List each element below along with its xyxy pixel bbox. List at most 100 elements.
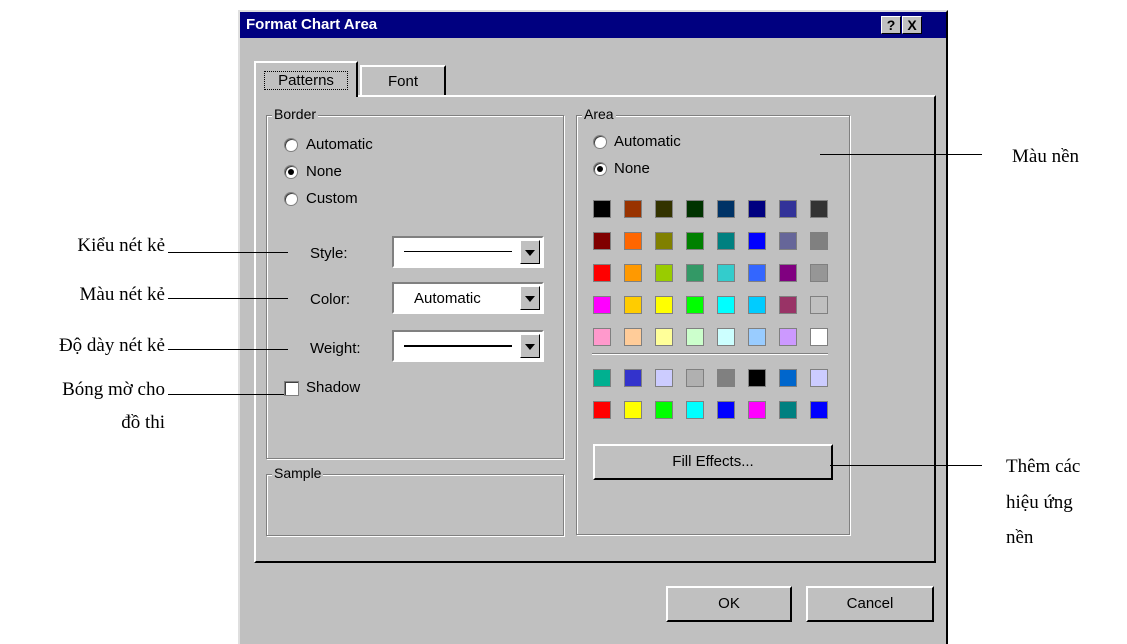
area-none-label: None (614, 160, 650, 177)
fill-effects-label: Fill Effects... (672, 453, 754, 470)
color-value: Automatic (414, 290, 481, 307)
close-icon: X (907, 17, 917, 33)
color-swatch[interactable] (686, 264, 704, 282)
color-swatch[interactable] (655, 296, 673, 314)
fill-effects-button[interactable]: Fill Effects... (593, 444, 833, 480)
annotation-bg-color: Màu nền (1012, 146, 1080, 167)
fill-color-swatch[interactable] (748, 401, 766, 419)
ok-button[interactable]: OK (666, 586, 792, 622)
fill-color-swatch[interactable] (624, 369, 642, 387)
border-none-radio[interactable] (284, 165, 298, 179)
fill-color-swatch[interactable] (717, 401, 735, 419)
annotation-effects-2: hiệu ứng (1006, 492, 1073, 513)
fill-color-swatch[interactable] (655, 401, 673, 419)
color-swatch[interactable] (717, 200, 735, 218)
tab-patterns[interactable]: Patterns (254, 61, 358, 97)
fill-color-swatch[interactable] (686, 369, 704, 387)
color-swatch[interactable] (655, 200, 673, 218)
color-swatch[interactable] (686, 296, 704, 314)
color-swatch[interactable] (748, 200, 766, 218)
color-swatch[interactable] (686, 328, 704, 346)
annotation-line-weight-pointer (168, 349, 288, 350)
color-swatch[interactable] (748, 232, 766, 250)
fill-color-swatch[interactable] (779, 401, 797, 419)
border-custom-radio[interactable] (284, 192, 298, 206)
area-legend: Area (582, 106, 616, 122)
color-swatch[interactable] (593, 296, 611, 314)
color-swatch[interactable] (810, 232, 828, 250)
color-swatch[interactable] (810, 296, 828, 314)
color-swatch[interactable] (655, 232, 673, 250)
ok-label: OK (718, 595, 740, 612)
color-swatch[interactable] (748, 296, 766, 314)
color-swatch[interactable] (748, 328, 766, 346)
border-custom-label: Custom (306, 190, 358, 207)
color-swatch[interactable] (593, 232, 611, 250)
title-bar[interactable]: Format Chart Area ? X (240, 12, 946, 38)
area-automatic-radio[interactable] (593, 135, 607, 149)
fill-color-swatch[interactable] (717, 369, 735, 387)
help-button[interactable]: ? (881, 16, 901, 34)
style-label: Style: (310, 245, 348, 262)
fill-color-swatch[interactable] (593, 369, 611, 387)
color-swatch[interactable] (779, 264, 797, 282)
chevron-down-icon[interactable] (520, 334, 540, 358)
color-swatch[interactable] (686, 232, 704, 250)
cancel-button[interactable]: Cancel (806, 586, 934, 622)
color-swatch[interactable] (717, 296, 735, 314)
color-swatch[interactable] (593, 264, 611, 282)
annotation-shadow-1: Bóng mờ cho (62, 379, 165, 400)
color-swatch[interactable] (624, 328, 642, 346)
close-button[interactable]: X (902, 16, 922, 34)
color-swatch[interactable] (779, 296, 797, 314)
annotation-line-style-pointer (168, 252, 288, 253)
tab-font-label: Font (387, 73, 418, 90)
weight-dropdown[interactable] (392, 330, 544, 362)
border-none-label: None (306, 163, 342, 180)
area-none-radio[interactable] (593, 162, 607, 176)
chevron-down-icon[interactable] (520, 286, 540, 310)
color-swatch[interactable] (624, 232, 642, 250)
color-swatch[interactable] (810, 264, 828, 282)
weight-label: Weight: (310, 340, 361, 357)
tab-font[interactable]: Font (360, 65, 446, 95)
border-legend: Border (272, 106, 319, 122)
border-automatic-radio[interactable] (284, 138, 298, 152)
color-swatch[interactable] (779, 232, 797, 250)
annotation-line-color-pointer (168, 298, 288, 299)
color-dropdown[interactable]: Automatic (392, 282, 544, 314)
annotation-effects-3: nền (1006, 527, 1034, 548)
color-swatch[interactable] (624, 264, 642, 282)
color-swatch[interactable] (624, 200, 642, 218)
annotation-bg-color-pointer (820, 154, 982, 155)
sample-legend: Sample (272, 465, 324, 481)
color-swatch[interactable] (593, 200, 611, 218)
annotation-line-color: Màu nét kẻ (79, 284, 165, 305)
color-swatch[interactable] (748, 264, 766, 282)
color-swatch[interactable] (624, 296, 642, 314)
fill-color-swatch[interactable] (810, 401, 828, 419)
border-automatic-label: Automatic (306, 136, 373, 153)
fill-color-swatch[interactable] (779, 369, 797, 387)
fill-color-swatch[interactable] (593, 401, 611, 419)
color-swatch[interactable] (717, 328, 735, 346)
color-swatch[interactable] (810, 200, 828, 218)
fill-color-swatch[interactable] (748, 369, 766, 387)
color-swatch[interactable] (686, 200, 704, 218)
color-swatch[interactable] (779, 328, 797, 346)
color-swatch[interactable] (593, 328, 611, 346)
color-swatch[interactable] (810, 328, 828, 346)
color-swatch[interactable] (655, 264, 673, 282)
fill-color-swatch[interactable] (686, 401, 704, 419)
color-swatch[interactable] (779, 200, 797, 218)
fill-color-swatch[interactable] (624, 401, 642, 419)
style-dropdown[interactable] (392, 236, 544, 268)
color-swatch[interactable] (717, 264, 735, 282)
annotation-effects-pointer (830, 465, 982, 466)
shadow-checkbox[interactable] (284, 381, 299, 396)
fill-color-swatch[interactable] (655, 369, 673, 387)
fill-color-swatch[interactable] (810, 369, 828, 387)
chevron-down-icon[interactable] (520, 240, 540, 264)
color-swatch[interactable] (655, 328, 673, 346)
color-swatch[interactable] (717, 232, 735, 250)
